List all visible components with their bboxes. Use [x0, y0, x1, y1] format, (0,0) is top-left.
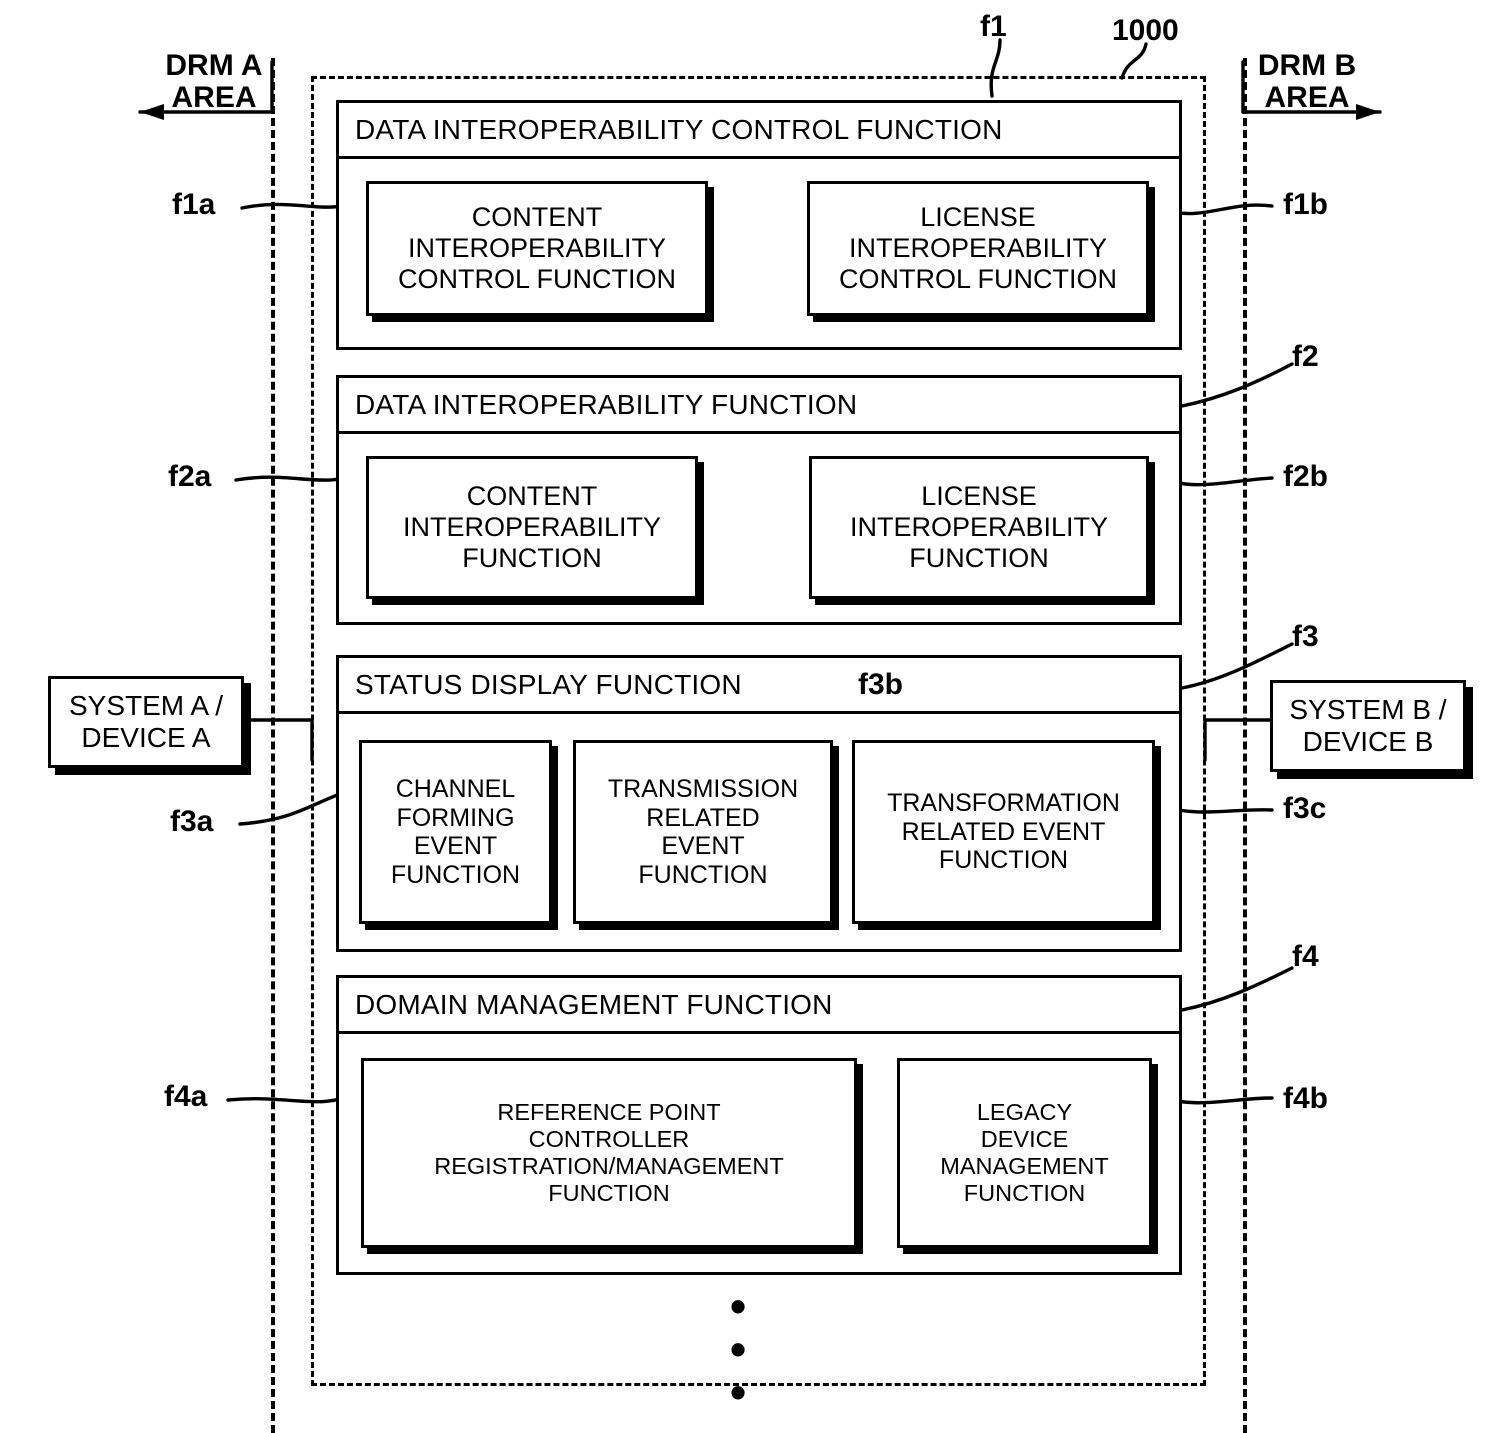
drm-b-area-line2: AREA — [1264, 81, 1350, 115]
ellipsis-dot-1: • — [729, 1280, 747, 1332]
group-f3: STATUS DISPLAY FUNCTION CHANNEL FORMING … — [336, 655, 1182, 952]
group-f4-body: REFERENCE POINT CONTROLLER REGISTRATION/… — [339, 1034, 1179, 1272]
subbox-f2a[interactable]: CONTENT INTEROPERABILITY FUNCTION — [366, 456, 698, 599]
ref-f3a: f3a — [170, 805, 214, 838]
group-f2: DATA INTEROPERABILITY FUNCTION CONTENT I… — [336, 375, 1182, 625]
group-f3-title: STATUS DISPLAY FUNCTION — [339, 658, 1179, 714]
ref-f3: f3 — [1292, 620, 1319, 653]
external-system-a[interactable]: SYSTEM A / DEVICE A — [48, 676, 244, 768]
system-reference-1000: 1000 — [1112, 14, 1179, 47]
ref-f4b: f4b — [1283, 1082, 1328, 1115]
external-system-b[interactable]: SYSTEM B / DEVICE B — [1270, 680, 1466, 772]
ellipsis-dot-2: • — [729, 1323, 747, 1376]
group-f4-title: DOMAIN MANAGEMENT FUNCTION — [339, 978, 1179, 1034]
drm-a-area-line2: AREA — [171, 81, 257, 115]
group-f2-title: DATA INTEROPERABILITY FUNCTION — [339, 378, 1179, 434]
ref-f3c: f3c — [1283, 792, 1327, 825]
ref-f4a: f4a — [164, 1080, 208, 1113]
ellipsis-dot-3: • — [729, 1366, 747, 1419]
group-f3-body: CHANNEL FORMING EVENT FUNCTION TRANSMISS… — [339, 714, 1179, 949]
subbox-f4a[interactable]: REFERENCE POINT CONTROLLER REGISTRATION/… — [361, 1058, 857, 1248]
ref-f4: f4 — [1292, 940, 1319, 973]
subbox-f2b-text: LICENSE INTEROPERABILITY FUNCTION — [849, 481, 1109, 573]
subbox-f3c[interactable]: TRANSFORMATION RELATED EVENT FUNCTION — [852, 740, 1155, 924]
drm-b-boundary-line — [1243, 58, 1247, 1433]
subbox-f4a-text: REFERENCE POINT CONTROLLER REGISTRATION/… — [434, 1099, 784, 1206]
ref-f1a: f1a — [172, 188, 216, 221]
group-f4: DOMAIN MANAGEMENT FUNCTION REFERENCE POI… — [336, 975, 1182, 1275]
figure-canvas: DRM A AREA DRM B AREA 1000 DATA INTEROPE… — [0, 0, 1508, 1433]
drm-a-area-line1: DRM A — [165, 49, 263, 82]
drm-a-area-label: DRM A AREA — [160, 49, 268, 115]
external-system-a-text: SYSTEM A / DEVICE A — [68, 689, 224, 753]
vertical-ellipsis: • • • — [718, 1280, 758, 1419]
subbox-f1a-text: CONTENT INTEROPERABILITY CONTROL FUNCTIO… — [398, 202, 676, 294]
drm-b-area-line1: DRM B — [1257, 49, 1357, 82]
drm-a-boundary-line — [271, 58, 275, 1433]
subbox-f2b[interactable]: LICENSE INTEROPERABILITY FUNCTION — [809, 456, 1149, 599]
subbox-f3a-text: CHANNEL FORMING EVENT FUNCTION — [390, 775, 521, 889]
subbox-f3b[interactable]: TRANSMISSION RELATED EVENT FUNCTION — [573, 740, 833, 924]
drm-b-area-label: DRM B AREA — [1248, 49, 1366, 115]
subbox-f4b-text: LEGACY DEVICE MANAGEMENT FUNCTION — [940, 1099, 1109, 1206]
group-f1-body: CONTENT INTEROPERABILITY CONTROL FUNCTIO… — [339, 159, 1179, 347]
ref-f2b: f2b — [1283, 460, 1328, 493]
ref-f1b: f1b — [1283, 188, 1328, 221]
group-f1-title: DATA INTEROPERABILITY CONTROL FUNCTION — [339, 103, 1179, 159]
external-system-b-text: SYSTEM B / DEVICE B — [1289, 693, 1447, 757]
subbox-f1a[interactable]: CONTENT INTEROPERABILITY CONTROL FUNCTIO… — [366, 181, 708, 316]
subbox-f1b-text: LICENSE INTEROPERABILITY CONTROL FUNCTIO… — [839, 202, 1117, 294]
subbox-f2a-text: CONTENT INTEROPERABILITY FUNCTION — [402, 481, 662, 573]
ref-f2: f2 — [1292, 340, 1319, 373]
ref-f1: f1 — [980, 10, 1007, 43]
subbox-f1b[interactable]: LICENSE INTEROPERABILITY CONTROL FUNCTIO… — [807, 181, 1149, 316]
subbox-f3c-text: TRANSFORMATION RELATED EVENT FUNCTION — [887, 789, 1120, 875]
subbox-f3a[interactable]: CHANNEL FORMING EVENT FUNCTION — [359, 740, 552, 924]
ref-f2a: f2a — [168, 460, 212, 493]
subbox-f4b[interactable]: LEGACY DEVICE MANAGEMENT FUNCTION — [897, 1058, 1152, 1248]
subbox-f3b-text: TRANSMISSION RELATED EVENT FUNCTION — [607, 775, 799, 889]
group-f1: DATA INTEROPERABILITY CONTROL FUNCTION C… — [336, 100, 1182, 350]
group-f2-body: CONTENT INTEROPERABILITY FUNCTION LICENS… — [339, 434, 1179, 622]
ref-f3b: f3b — [858, 668, 903, 701]
